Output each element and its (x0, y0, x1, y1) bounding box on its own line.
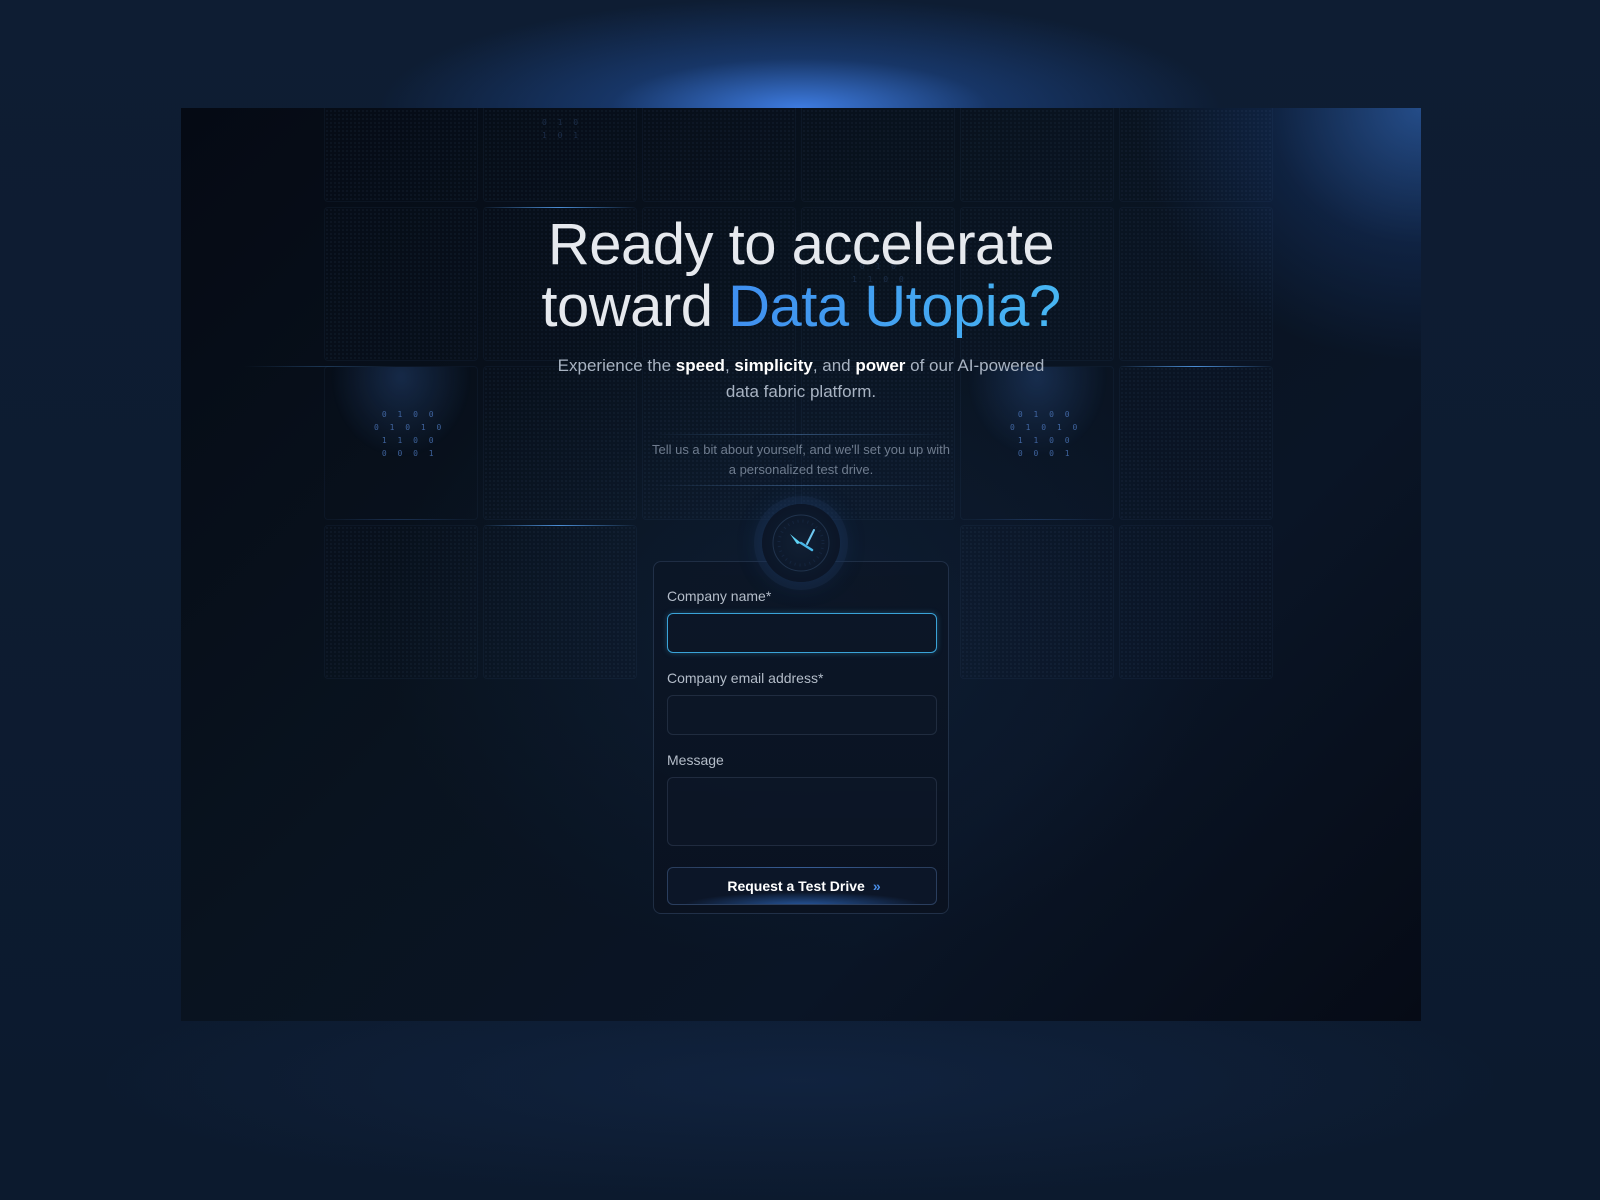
grid-highlight-line (244, 366, 396, 367)
double-chevron-right-icon: » (872, 878, 881, 894)
grid-cell (642, 108, 796, 202)
company-name-label: Company name* (667, 588, 772, 604)
grid-highlight-line (1119, 366, 1271, 367)
subtitle-text: , and (812, 356, 856, 375)
grid-cell (1119, 366, 1273, 520)
grid-cell (1119, 108, 1273, 202)
speedometer-icon (762, 504, 840, 582)
email-input[interactable] (667, 695, 937, 735)
headline-line-2: toward Data Utopia? (181, 276, 1421, 338)
message-label: Message (667, 752, 724, 768)
grid-highlight-line (483, 207, 635, 208)
binary-digits-right: 0 1 0 0 0 1 0 1 0 1 1 0 0 0 0 0 1 (1010, 410, 1081, 458)
grid-highlight-line (483, 525, 635, 526)
subtitle-bold-simplicity: simplicity (734, 356, 813, 375)
cta-panel: 0 1 0 0 0 1 0 1 0 1 1 0 0 0 0 0 1 0 1 0 … (181, 108, 1421, 1021)
grid-cell (801, 108, 955, 202)
submit-button-label: Request a Test Drive (727, 878, 865, 894)
message-textarea[interactable] (667, 777, 937, 846)
grid-cell (324, 525, 478, 679)
page-title: Ready to accelerate toward Data Utopia? (181, 214, 1421, 338)
test-drive-form: Company name* Company email address* Mes… (653, 561, 949, 914)
grid-cell (960, 108, 1114, 202)
headline-accent: Data Utopia? (728, 274, 1061, 339)
subtitle-bold-power: power (855, 356, 906, 375)
subtitle: Experience the speed, simplicity, and po… (551, 353, 1051, 405)
binary-digits-left: 0 1 0 0 0 1 0 1 0 1 1 0 0 0 0 0 1 (374, 410, 445, 458)
request-test-drive-button[interactable]: Request a Test Drive » (667, 867, 937, 905)
page: 0 1 0 0 0 1 0 1 0 1 1 0 0 0 0 0 1 0 1 0 … (0, 0, 1600, 1200)
form-intro-text: Tell us a bit about yourself, and we'll … (651, 434, 951, 486)
company-name-input[interactable] (667, 613, 937, 653)
grid-cell (1119, 525, 1273, 679)
grid-cell (324, 108, 478, 202)
email-label: Company email address* (667, 670, 824, 686)
headline-line-1: Ready to accelerate (547, 212, 1055, 277)
bottom-glow (0, 1020, 1600, 1200)
subtitle-text: Experience the (557, 356, 676, 375)
grid-cell (960, 525, 1114, 679)
headline-prefix: toward (541, 274, 729, 339)
speedometer-svg (772, 514, 830, 572)
subtitle-bold-speed: speed (675, 356, 725, 375)
grid-cell (483, 525, 637, 679)
binary-digits-top: 0 1 0 1 0 1 (542, 118, 582, 140)
subtitle-text: , (724, 356, 735, 375)
